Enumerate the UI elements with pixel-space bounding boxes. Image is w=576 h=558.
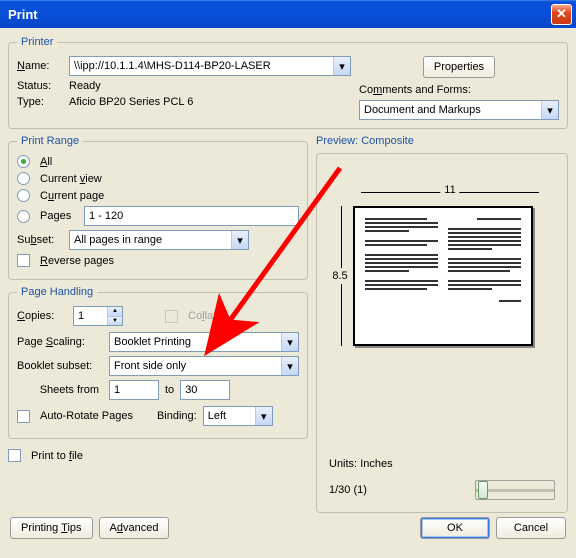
booklet-subset-combo[interactable]: Front side only ▾ xyxy=(109,356,299,376)
chevron-down-icon[interactable]: ▾ xyxy=(541,101,558,119)
sheets-from-label: Sheets from xyxy=(17,384,103,396)
cancel-button[interactable]: Cancel xyxy=(496,517,566,539)
printer-name-label: Name: xyxy=(17,60,63,72)
subset-label: Subset: xyxy=(17,234,63,246)
advanced-button[interactable]: Advanced xyxy=(99,517,170,539)
radio-all-label: All xyxy=(40,156,52,168)
chevron-down-icon[interactable]: ▾ xyxy=(281,357,298,375)
printer-group: Printer Name: \\ipp://10.1.1.4\MHS-D114-… xyxy=(8,36,568,129)
sheets-to-label: to xyxy=(165,384,174,396)
comments-label: Comments and Forms: xyxy=(359,84,471,96)
dialog-body: Printer Name: \\ipp://10.1.1.4\MHS-D114-… xyxy=(0,28,576,549)
dimension-height: 8.5 xyxy=(327,206,353,346)
close-icon[interactable]: ✕ xyxy=(551,4,572,25)
page-handling-legend: Page Handling xyxy=(17,286,97,298)
reverse-pages-checkbox[interactable] xyxy=(17,254,30,267)
print-range-legend: Print Range xyxy=(17,135,83,147)
reverse-pages-label: Reverse pages xyxy=(40,255,114,267)
window-title: Print xyxy=(8,7,551,22)
spin-up-icon[interactable]: ▲ xyxy=(107,307,122,317)
radio-current-view[interactable] xyxy=(17,172,30,185)
radio-all[interactable] xyxy=(17,155,30,168)
print-to-file-label: Print to file xyxy=(31,450,83,462)
print-to-file-checkbox[interactable] xyxy=(8,449,21,462)
printer-type-value: Aficio BP20 Series PCL 6 xyxy=(69,96,193,108)
page-scaling-label: Page Scaling: xyxy=(17,336,103,348)
printer-status-label: Status: xyxy=(17,80,63,92)
spin-down-icon[interactable]: ▼ xyxy=(107,317,122,326)
page-indicator: 1/30 (1) xyxy=(329,484,367,496)
printer-type-label: Type: xyxy=(17,96,63,108)
chevron-down-icon[interactable]: ▾ xyxy=(333,57,350,75)
chevron-down-icon[interactable]: ▾ xyxy=(231,231,248,249)
subset-combo[interactable]: All pages in range ▾ xyxy=(69,230,249,250)
sheets-to-input[interactable]: 30 xyxy=(180,380,230,400)
printing-tips-button[interactable]: Printing Tips xyxy=(10,517,93,539)
radio-pages[interactable] xyxy=(17,210,30,223)
print-range-group: Print Range All Current view Current pag… xyxy=(8,135,308,280)
copies-label: Copies: xyxy=(17,310,67,322)
properties-button[interactable]: Properties xyxy=(423,56,495,78)
chevron-down-icon[interactable]: ▾ xyxy=(281,333,298,351)
printer-name-combo[interactable]: \\ipp://10.1.1.4\MHS-D114-BP20-LASER ▾ xyxy=(69,56,351,76)
page-scaling-combo[interactable]: Booklet Printing ▾ xyxy=(109,332,299,352)
preview-label: Preview: Composite xyxy=(316,135,568,147)
auto-rotate-label: Auto-Rotate Pages xyxy=(40,410,133,422)
chevron-down-icon[interactable]: ▾ xyxy=(255,407,272,425)
printer-status-value: Ready xyxy=(69,80,101,92)
booklet-subset-label: Booklet subset: xyxy=(17,360,103,372)
printer-legend: Printer xyxy=(17,36,57,48)
units-row: Units: Inches xyxy=(329,458,393,470)
radio-pages-label: Pages xyxy=(40,210,78,222)
title-bar: Print ✕ xyxy=(0,0,576,28)
preview-area: 11 8.5 xyxy=(316,153,568,513)
radio-current-page[interactable] xyxy=(17,189,30,202)
zoom-slider[interactable] xyxy=(475,480,555,500)
page-handling-group: Page Handling Copies: 1 ▲▼ Collate Page … xyxy=(8,286,308,439)
radio-current-page-label: Current page xyxy=(40,190,104,202)
auto-rotate-checkbox[interactable] xyxy=(17,410,30,423)
comments-combo[interactable]: Document and Markups ▾ xyxy=(359,100,559,120)
slider-thumb[interactable] xyxy=(478,481,488,499)
copies-spinner[interactable]: 1 ▲▼ xyxy=(73,306,123,326)
binding-label: Binding: xyxy=(157,410,197,422)
radio-current-view-label: Current view xyxy=(40,173,102,185)
pages-input[interactable]: 1 - 120 xyxy=(84,206,299,226)
collate-checkbox xyxy=(165,310,178,323)
ok-button[interactable]: OK xyxy=(420,517,490,539)
page-preview xyxy=(353,206,533,346)
collate-label: Collate xyxy=(188,310,222,322)
sheets-from-input[interactable]: 1 xyxy=(109,380,159,400)
dimension-width: 11 xyxy=(361,186,539,204)
binding-combo[interactable]: Left ▾ xyxy=(203,406,273,426)
